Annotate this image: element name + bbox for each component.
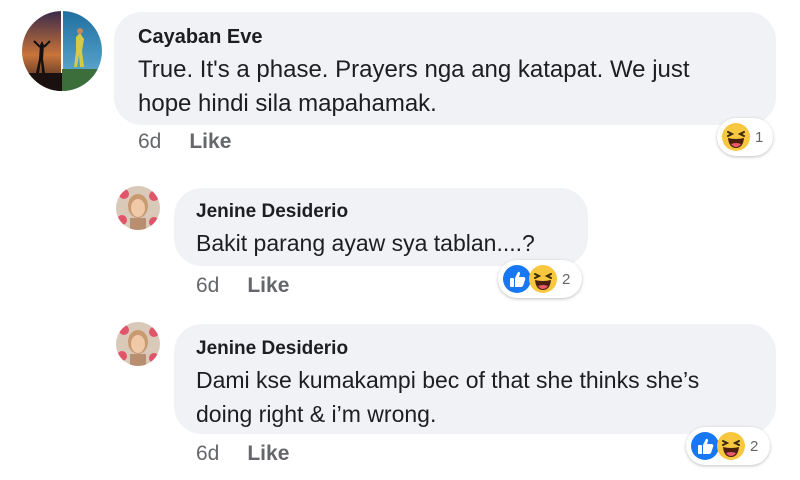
comment-text: Bakit parang ayaw sya tablan....? [196,230,535,256]
reaction-count: 2 [750,437,759,455]
avatar-photo [116,186,160,230]
comment-timestamp[interactable]: 6d [196,442,219,465]
reaction-summary[interactable]: 2 [686,427,770,465]
like-button[interactable]: Like [189,130,231,153]
comment-timestamp[interactable]: 6d [196,274,219,297]
like-button[interactable]: Like [247,442,289,465]
reaction-summary[interactable]: 1 [717,118,773,156]
reaction-count: 1 [755,128,764,146]
comment-author[interactable]: Jenine Desiderio [196,201,348,223]
comment-text: True. It's a phase. Prayers nga ang kata… [138,56,690,117]
comment-author[interactable]: Cayaban Eve [138,26,263,49]
avatar-photo [22,11,102,91]
avatar-photo [116,322,160,366]
comment-meta: 6d Like [138,130,231,154]
haha-icon [722,123,750,151]
avatar-jenine-desiderio[interactable] [116,186,160,230]
comment-timestamp[interactable]: 6d [138,130,161,153]
comment-author[interactable]: Jenine Desiderio [196,338,348,360]
reaction-summary[interactable]: 2 [498,260,582,298]
reaction-count: 2 [562,270,571,288]
avatar-jenine-desiderio[interactable] [116,322,160,366]
like-button[interactable]: Like [247,274,289,297]
haha-icon [717,432,745,460]
comment-text: Dami kse kumakampi bec of that she think… [196,367,700,427]
comment-meta: 6d Like [196,274,289,298]
avatar-cayaban-eve[interactable] [22,11,102,91]
comment-meta: 6d Like [196,442,289,466]
haha-icon [529,265,557,293]
